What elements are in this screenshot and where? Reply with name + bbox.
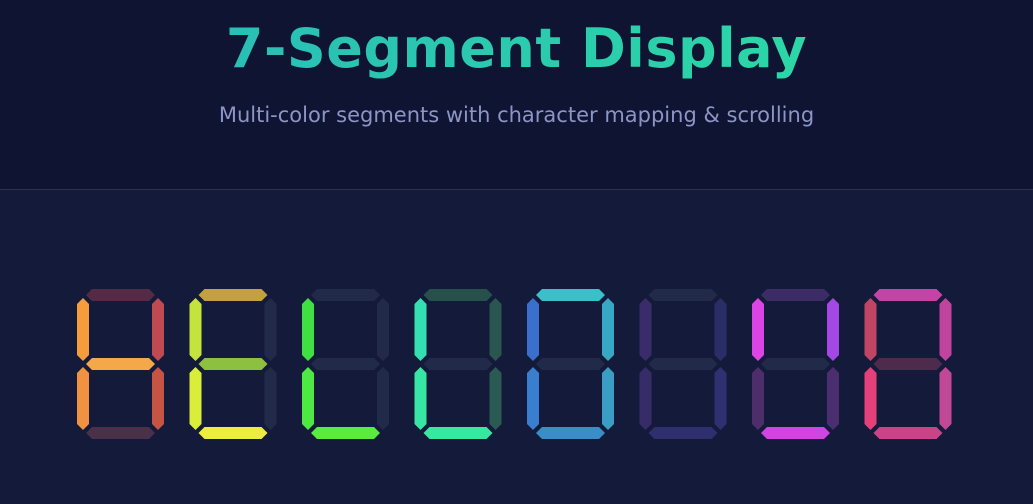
page-subtitle: Multi-color segments with character mapp… <box>218 103 815 127</box>
segment-f <box>752 298 764 361</box>
segment-c <box>377 367 389 430</box>
segment-a <box>423 289 493 301</box>
header: 7-Segment Display Multi-color segments w… <box>0 0 1033 190</box>
segment-d <box>86 427 155 439</box>
digit-3 <box>302 289 389 439</box>
segment-d <box>536 427 605 439</box>
segment-d <box>761 427 830 439</box>
segment-d <box>311 427 380 439</box>
segment-c <box>152 367 164 430</box>
segment-c <box>827 367 839 430</box>
digit-7 <box>752 289 839 439</box>
segment-d <box>648 427 718 439</box>
segment-b <box>827 298 839 361</box>
page-title: 7-Segment Display <box>0 0 1033 84</box>
segment-b <box>602 298 614 361</box>
segment-d <box>873 427 943 439</box>
segment-a <box>86 289 155 301</box>
segment-e <box>189 367 202 430</box>
segment-g <box>873 358 943 370</box>
segment-d <box>423 427 493 439</box>
segment-e <box>864 367 877 430</box>
segment-f <box>864 298 877 361</box>
segment-e <box>302 367 314 430</box>
segment-g <box>536 358 605 370</box>
segment-c <box>264 367 277 430</box>
segment-a <box>198 289 268 301</box>
segment-c <box>714 367 727 430</box>
segment-f <box>527 298 539 361</box>
segment-a <box>648 289 718 301</box>
display-canvas <box>77 289 952 439</box>
segment-g <box>311 358 380 370</box>
segment-a <box>873 289 943 301</box>
digit-4 <box>414 289 502 439</box>
segment-f <box>189 298 202 361</box>
segment-f <box>414 298 427 361</box>
segment-b <box>939 298 952 361</box>
segment-g <box>198 358 268 370</box>
seven-segment-display <box>0 191 1033 504</box>
segment-g <box>761 358 830 370</box>
segment-a <box>311 289 380 301</box>
segment-c <box>602 367 614 430</box>
digit-8 <box>864 289 952 439</box>
segment-a <box>536 289 605 301</box>
segment-b <box>152 298 164 361</box>
segment-e <box>752 367 764 430</box>
segment-e <box>639 367 652 430</box>
segment-b <box>489 298 502 361</box>
segment-f <box>302 298 314 361</box>
digit-5 <box>527 289 614 439</box>
segment-f <box>77 298 89 361</box>
segment-b <box>264 298 277 361</box>
digit-6 <box>639 289 727 439</box>
digit-1 <box>77 289 164 439</box>
segment-a <box>761 289 830 301</box>
segment-d <box>198 427 268 439</box>
segment-c <box>489 367 502 430</box>
segment-c <box>939 367 952 430</box>
segment-e <box>527 367 539 430</box>
segment-b <box>377 298 389 361</box>
segment-b <box>714 298 727 361</box>
segment-g <box>423 358 493 370</box>
segment-e <box>77 367 89 430</box>
digit-2 <box>189 289 277 439</box>
segment-g <box>648 358 718 370</box>
segment-g <box>86 358 155 370</box>
segment-f <box>639 298 652 361</box>
segment-e <box>414 367 427 430</box>
